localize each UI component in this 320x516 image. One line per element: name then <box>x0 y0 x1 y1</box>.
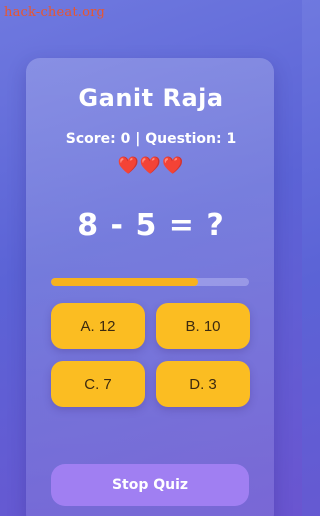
quiz-card <box>26 58 274 516</box>
option-d-button[interactable]: D. 3 <box>156 361 250 407</box>
question-text: 8 - 5 = ? <box>77 208 225 243</box>
lives-hearts-icon: ❤️❤️❤️ <box>117 156 185 176</box>
option-a-button[interactable]: A. 12 <box>51 303 145 349</box>
timer-progress-bar <box>51 278 249 286</box>
quiz-title: Ganit Raja <box>78 84 224 112</box>
option-c-button[interactable]: C. 7 <box>51 361 145 407</box>
timer-progress-fill <box>51 278 198 286</box>
watermark: hack-cheat.org <box>4 5 106 20</box>
option-b-button[interactable]: B. 10 <box>156 303 250 349</box>
stop-quiz-button[interactable]: Stop Quiz <box>51 464 249 506</box>
score-question-status: Score: 0 | Question: 1 <box>65 131 237 147</box>
